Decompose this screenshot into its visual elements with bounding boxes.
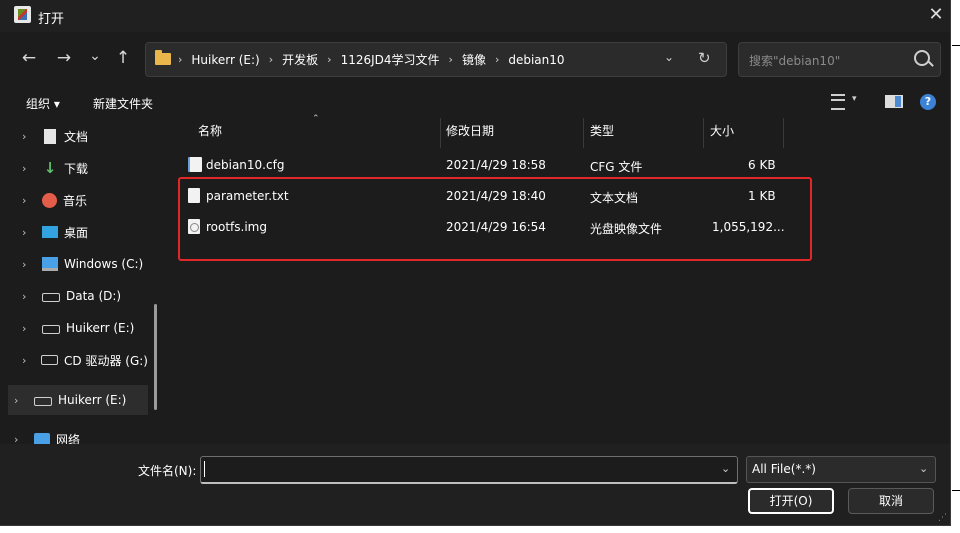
chevron-right-icon[interactable]: › — [22, 290, 34, 303]
filetype-select[interactable]: All File(*.*) ⌄ — [746, 456, 936, 483]
search-box[interactable]: 搜索"debian10" — [738, 42, 941, 77]
app-icon — [14, 6, 31, 23]
open-button[interactable]: 打开(O) — [748, 488, 834, 514]
chevron-right-icon[interactable]: › — [14, 394, 26, 407]
recent-locations-chevron-icon[interactable]: ⌄ — [83, 44, 107, 68]
refresh-icon[interactable]: ↻ — [698, 49, 711, 67]
file-date: 2021/4/29 18:58 — [446, 158, 546, 172]
cd-drive-icon — [41, 355, 59, 365]
column-header-size[interactable]: 大小 — [710, 122, 734, 139]
drive-icon — [34, 396, 52, 406]
chevron-right-icon[interactable]: › — [22, 130, 34, 143]
column-divider[interactable] — [440, 118, 441, 148]
drive-icon — [42, 292, 60, 302]
open-file-dialog: 打开 ✕ ← → ⌄ ↑ › Huikerr (E:) › 开发板 › 1126… — [0, 0, 951, 526]
chevron-right-icon[interactable]: › — [22, 322, 34, 335]
chevron-right-icon[interactable]: › — [22, 354, 33, 367]
breadcrumb-item[interactable]: 镜像 — [462, 51, 486, 68]
sidebar-item-label: 桌面 — [64, 225, 89, 240]
breadcrumb-item[interactable]: Huikerr (E:) — [191, 53, 259, 67]
navigation-pane: › 文档 › ↓ 下载 › 音乐 › 桌面 › Windows (C:) › D… — [8, 118, 156, 447]
cancel-button[interactable]: 取消 — [848, 488, 934, 514]
column-header-type[interactable]: 类型 — [590, 122, 614, 139]
filename-input[interactable]: ⌄ — [200, 456, 738, 484]
column-divider[interactable] — [703, 118, 704, 148]
file-type: CFG 文件 — [590, 160, 643, 174]
breadcrumb-item[interactable]: 开发板 — [282, 51, 318, 68]
sidebar-item-music[interactable]: › 音乐 — [8, 185, 148, 215]
up-arrow-icon[interactable]: ↑ — [111, 46, 135, 70]
background-line — [952, 45, 960, 46]
view-dropdown-chevron-icon[interactable]: ▾ — [852, 94, 857, 104]
sidebar-item-label: 下载 — [64, 161, 89, 176]
column-divider[interactable] — [583, 118, 584, 148]
file-name: debian10.cfg — [206, 158, 285, 172]
sidebar-item-label: Huikerr (E:) — [58, 393, 127, 407]
chevron-right-icon[interactable]: › — [22, 194, 34, 207]
breadcrumb: › Huikerr (E:) › 开发板 › 1126JD4学习文件 › 镜像 … — [178, 51, 565, 68]
sidebar-item-label: Windows (C:) — [64, 257, 144, 271]
breadcrumb-item[interactable]: debian10 — [508, 53, 564, 67]
document-icon — [44, 128, 56, 144]
view-options-icon[interactable] — [831, 94, 845, 110]
music-icon — [42, 192, 57, 208]
chevron-right-icon[interactable]: › — [22, 226, 34, 239]
annotation-highlight-box — [178, 177, 812, 261]
chevron-right-icon[interactable]: › — [22, 258, 34, 271]
address-bar[interactable]: › Huikerr (E:) › 开发板 › 1126JD4学习文件 › 镜像 … — [145, 42, 727, 77]
breadcrumb-separator-icon[interactable]: › — [449, 53, 453, 66]
search-input[interactable]: 搜索"debian10" — [749, 52, 840, 69]
background-line — [952, 490, 960, 491]
help-icon[interactable]: ? — [920, 94, 936, 110]
filetype-value: All File(*.*) — [752, 462, 816, 476]
drive-icon — [42, 324, 60, 334]
sidebar-item-label: Huikerr (E:) — [66, 321, 135, 335]
download-icon: ↓ — [43, 159, 57, 177]
forward-arrow-icon[interactable]: → — [52, 46, 76, 70]
sidebar-scrollbar[interactable] — [154, 304, 157, 410]
column-header-name[interactable]: 名称 — [198, 122, 222, 139]
breadcrumb-separator-icon[interactable]: › — [495, 53, 499, 66]
preview-pane-icon[interactable] — [885, 95, 903, 108]
sidebar-item-label: 文档 — [64, 129, 89, 144]
breadcrumb-item[interactable]: 1126JD4学习文件 — [341, 51, 440, 68]
breadcrumb-separator-icon: › — [178, 53, 183, 66]
new-folder-button[interactable]: 新建文件夹 — [93, 95, 153, 112]
sort-ascending-icon: ⌃ — [312, 114, 320, 124]
chevron-right-icon[interactable]: › — [22, 162, 34, 175]
sidebar-item-label: CD 驱动器 (G:) — [64, 353, 148, 368]
back-arrow-icon[interactable]: ← — [17, 46, 41, 70]
sidebar-item-cd-drive-g[interactable]: › CD 驱动器 (G:) — [8, 345, 148, 375]
breadcrumb-separator-icon[interactable]: › — [269, 53, 273, 66]
sidebar-item-data-d[interactable]: › Data (D:) — [8, 281, 148, 311]
sidebar-item-windows-c[interactable]: › Windows (C:) — [8, 249, 148, 279]
folder-icon — [155, 50, 171, 65]
chevron-down-icon[interactable]: ⌄ — [721, 462, 730, 475]
breadcrumb-separator-icon[interactable]: › — [327, 53, 331, 66]
title-bar: 打开 ✕ — [0, 0, 950, 32]
text-caret — [204, 461, 205, 477]
window-title: 打开 — [38, 12, 65, 27]
close-icon[interactable]: ✕ — [925, 4, 947, 26]
sidebar-item-downloads[interactable]: › ↓ 下载 — [8, 153, 148, 183]
sidebar-item-label: Data (D:) — [66, 289, 122, 303]
sidebar-item-huikerr-e[interactable]: › Huikerr (E:) — [8, 313, 148, 343]
column-divider[interactable] — [783, 118, 784, 148]
sidebar-item-documents[interactable]: › 文档 — [8, 121, 148, 151]
filename-label: 文件名(N): — [138, 464, 197, 478]
windows-drive-icon — [42, 257, 58, 271]
search-icon[interactable] — [914, 50, 930, 66]
sidebar-item-label: 音乐 — [63, 193, 88, 208]
chevron-down-icon[interactable]: ⌄ — [919, 462, 928, 475]
file-row-debian10-cfg[interactable]: debian10.cfg 2021/4/29 18:58 CFG 文件 6 KB — [178, 150, 788, 180]
address-dropdown-chevron-icon[interactable]: ⌄ — [664, 50, 674, 64]
resize-grip-icon[interactable]: ⋰ — [938, 513, 947, 523]
desktop-icon — [42, 226, 58, 238]
cfg-file-icon — [188, 157, 202, 172]
sidebar-item-desktop[interactable]: › 桌面 — [8, 217, 148, 247]
column-header-date[interactable]: 修改日期 — [446, 122, 494, 139]
sidebar-item-huikerr-e-root[interactable]: › Huikerr (E:) — [8, 385, 148, 415]
organize-menu-button[interactable]: 组织 ▾ — [26, 95, 60, 112]
file-size: 6 KB — [748, 158, 776, 172]
